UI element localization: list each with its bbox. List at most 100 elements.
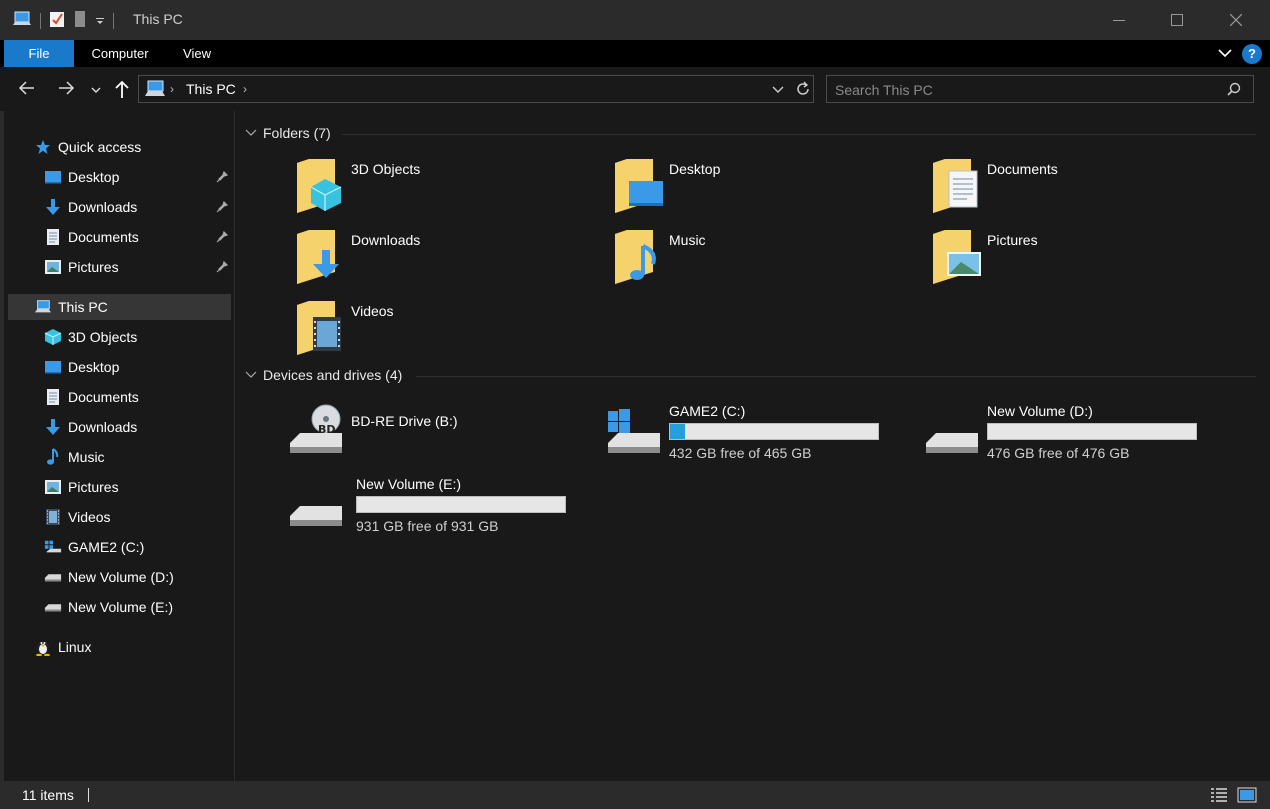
sidebar-item-game2-c[interactable]: GAME2 (C:) [44, 534, 144, 560]
close-button[interactable] [1207, 0, 1265, 40]
3d-objects-folder-icon [297, 159, 342, 213]
sidebar-item-label: Documents [68, 229, 139, 245]
sidebar-item-quick-access[interactable]: Quick access [34, 134, 141, 160]
downloads-folder-icon [297, 230, 339, 284]
quick-access-toolbar [12, 10, 114, 31]
folder-downloads[interactable]: Downloads [295, 228, 595, 290]
address-bar[interactable]: › This PC › [138, 75, 814, 103]
item-count: 11 items [22, 787, 74, 803]
sidebar-item-label: New Volume (E:) [68, 599, 174, 615]
sidebar-item-label: 3D Objects [68, 329, 138, 345]
help-button[interactable]: ? [1242, 44, 1262, 64]
sidebar-item-desktop-pinned[interactable]: Desktop [44, 164, 119, 190]
address-dropdown-icon[interactable] [771, 82, 785, 99]
pin-icon[interactable] [215, 230, 229, 247]
pin-icon[interactable] [215, 170, 229, 187]
search-icon[interactable] [1227, 82, 1241, 99]
tab-file[interactable]: File [4, 40, 74, 67]
music-note-icon [44, 448, 62, 466]
sidebar-item-pictures-pinned[interactable]: Pictures [44, 254, 119, 280]
new-folder-icon[interactable] [73, 10, 87, 31]
maximize-button[interactable] [1148, 0, 1206, 40]
group-title: Devices and drives (4) [263, 367, 403, 383]
tab-view[interactable]: View [172, 40, 222, 67]
drive-usage-fill [670, 424, 685, 439]
drive-label: GAME2 (C:) [669, 403, 746, 419]
breadcrumb-chevron-icon[interactable]: › [243, 82, 247, 96]
recent-locations-icon[interactable] [90, 83, 102, 99]
folder-music[interactable]: Music [613, 228, 913, 290]
sidebar-item-downloads[interactable]: Downloads [44, 414, 137, 440]
sidebar-item-music[interactable]: Music [44, 444, 105, 470]
bd-drive-icon: BD [290, 404, 342, 453]
sidebar-item-new-volume-e[interactable]: New Volume (E:) [44, 594, 173, 620]
this-pc-icon [34, 298, 52, 316]
large-icons-view-icon[interactable] [1237, 786, 1257, 804]
close-icon [1230, 14, 1242, 26]
desktop-folder-icon [615, 159, 663, 213]
sidebar-item-label: Desktop [68, 359, 120, 375]
sidebar-item-this-pc[interactable]: This PC [8, 294, 231, 320]
star-icon [34, 138, 52, 156]
sidebar-item-new-volume-d[interactable]: New Volume (D:) [44, 564, 174, 590]
folder-videos[interactable]: Videos [295, 299, 595, 361]
sidebar-item-downloads-pinned[interactable]: Downloads [44, 194, 137, 220]
navigation-pane: Quick access Desktop Downloads Documents… [4, 111, 234, 781]
folder-3d-objects[interactable]: 3D Objects [295, 157, 595, 219]
chevron-down-icon [245, 371, 257, 378]
sidebar-item-label: Quick access [58, 139, 142, 155]
drive-game2-c[interactable]: GAME2 (C:) 432 GB free of 465 GB [606, 403, 906, 473]
refresh-icon[interactable] [794, 80, 812, 101]
sidebar-item-desktop[interactable]: Desktop [44, 354, 119, 380]
sidebar-item-linux[interactable]: Linux [34, 634, 91, 660]
group-divider [416, 376, 1256, 377]
folder-desktop[interactable]: Desktop [613, 157, 913, 219]
folder-label: Downloads [351, 232, 421, 248]
folder-pictures[interactable]: Pictures [931, 228, 1231, 290]
breadcrumb-this-pc[interactable]: This PC [186, 81, 236, 97]
minimize-button[interactable] [1090, 0, 1148, 40]
music-folder-icon [615, 230, 656, 284]
search-box[interactable] [826, 75, 1254, 103]
drive-usage-bar [987, 423, 1197, 440]
sidebar-item-3d-objects[interactable]: 3D Objects [44, 324, 137, 350]
pin-icon[interactable] [215, 260, 229, 277]
sidebar-item-pictures[interactable]: Pictures [44, 474, 119, 500]
customize-toolbar-icon[interactable] [95, 12, 105, 29]
pin-icon[interactable] [215, 200, 229, 217]
group-divider [342, 134, 1256, 135]
tab-computer[interactable]: Computer [80, 40, 160, 67]
sidebar-item-label: Pictures [68, 259, 119, 275]
folder-label: Videos [351, 303, 394, 319]
details-view-icon[interactable] [1209, 786, 1229, 804]
maximize-icon [1171, 14, 1183, 26]
document-icon [44, 388, 62, 406]
drive-new-volume-e[interactable]: New Volume (E:) 931 GB free of 931 GB [288, 476, 588, 546]
devices-group-header[interactable]: Devices and drives (4) [245, 367, 402, 383]
drive-new-volume-d[interactable]: New Volume (D:) 476 GB free of 476 GB [924, 403, 1224, 473]
chevron-down-icon [245, 129, 257, 136]
sidebar-item-documents[interactable]: Documents [44, 384, 139, 410]
properties-icon[interactable] [49, 10, 65, 31]
drive-free-space: 432 GB free of 465 GB [669, 445, 812, 461]
expand-ribbon-icon[interactable] [1218, 46, 1232, 63]
back-arrow-icon[interactable] [18, 79, 36, 100]
sidebar-item-label: Downloads [68, 419, 138, 435]
sidebar-item-videos[interactable]: Videos [44, 504, 111, 530]
folders-group-header[interactable]: Folders (7) [245, 125, 331, 141]
search-input[interactable] [835, 80, 1215, 100]
folder-documents[interactable]: Documents [931, 157, 1231, 219]
drive-label: New Volume (E:) [356, 476, 462, 492]
breadcrumb-chevron-icon[interactable]: › [170, 82, 174, 96]
cube-icon [44, 328, 62, 346]
drive-bd-re[interactable]: BD BD-RE Drive (B:) [288, 403, 588, 473]
sidebar-item-documents-pinned[interactable]: Documents [44, 224, 139, 250]
forward-arrow-icon[interactable] [57, 79, 75, 100]
window-title: This PC [133, 11, 183, 27]
pane-splitter[interactable] [234, 111, 235, 781]
drive-free-space: 931 GB free of 931 GB [356, 518, 499, 534]
up-arrow-icon[interactable] [113, 79, 131, 102]
folder-label: Documents [987, 161, 1058, 177]
sidebar-item-label: Videos [68, 509, 111, 525]
sidebar-item-label: Documents [68, 389, 139, 405]
